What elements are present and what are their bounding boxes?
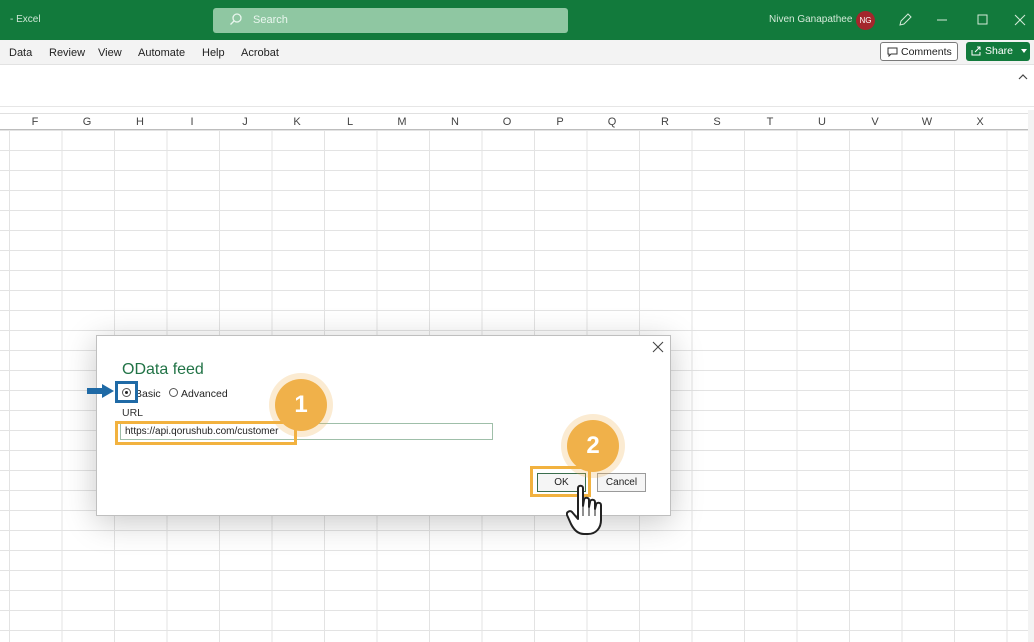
vertical-scrollbar[interactable] <box>1028 110 1034 642</box>
column-label[interactable]: W <box>901 116 953 128</box>
menu-item-help[interactable]: Help <box>202 47 225 59</box>
menu-item-acrobat[interactable]: Acrobat <box>241 47 279 59</box>
menu-item-review[interactable]: Review <box>49 47 85 59</box>
column-label[interactable]: R <box>639 116 691 128</box>
url-label: URL <box>122 407 144 419</box>
url-highlight <box>115 421 297 445</box>
column-label[interactable]: S <box>691 116 743 128</box>
formula-area <box>0 65 1034 107</box>
share-button[interactable]: Share <box>966 42 1030 61</box>
column-label[interactable]: T <box>744 116 796 128</box>
column-label[interactable]: V <box>849 116 901 128</box>
close-icon[interactable] <box>651 340 665 354</box>
search-icon <box>230 13 242 25</box>
collapse-ribbon-icon[interactable] <box>1018 73 1028 81</box>
menu-item-data[interactable]: Data <box>9 47 32 59</box>
column-label[interactable]: Q <box>586 116 638 128</box>
menu-item-view[interactable]: View <box>98 47 122 59</box>
column-label[interactable]: P <box>534 116 586 128</box>
advanced-radio[interactable] <box>169 388 178 397</box>
basic-radio-label[interactable]: Basic <box>135 388 161 400</box>
advanced-radio-label[interactable]: Advanced <box>181 388 228 400</box>
title-bar: - Excel Search Niven Ganapathee NG <box>0 0 1034 40</box>
column-label[interactable]: K <box>271 116 323 128</box>
step-2-badge: 2 <box>567 420 619 472</box>
basic-radio-highlight <box>115 381 138 403</box>
comments-label: Comments <box>901 46 952 58</box>
column-label[interactable]: N <box>429 116 481 128</box>
close-window-icon[interactable] <box>1010 10 1030 30</box>
hand-cursor-icon <box>566 484 602 535</box>
dialog-title: OData feed <box>122 361 204 378</box>
chevron-down-icon[interactable] <box>1021 49 1027 54</box>
column-label[interactable]: H <box>114 116 166 128</box>
column-label[interactable]: J <box>219 116 271 128</box>
share-label: Share <box>985 45 1014 57</box>
column-label[interactable]: M <box>376 116 428 128</box>
column-label[interactable]: X <box>954 116 1006 128</box>
ribbon-menu: Data Review View Automate Help Acrobat C… <box>0 40 1034 65</box>
column-label[interactable]: F <box>9 116 61 128</box>
comments-button[interactable]: Comments <box>880 42 958 61</box>
search-placeholder: Search <box>253 14 288 26</box>
column-label[interactable]: O <box>481 116 533 128</box>
comment-icon <box>887 47 898 57</box>
column-label[interactable]: U <box>796 116 848 128</box>
user-name[interactable]: Niven Ganapathee <box>769 14 852 25</box>
app-name: - Excel <box>10 14 41 25</box>
column-header: F G H I J K L M N O P Q R S T U V W X <box>0 113 1028 130</box>
column-label[interactable]: L <box>324 116 376 128</box>
share-icon <box>971 46 981 56</box>
avatar[interactable]: NG <box>856 11 875 30</box>
column-label[interactable]: I <box>166 116 218 128</box>
step-1-badge: 1 <box>275 379 327 431</box>
arrow-right-icon <box>87 384 114 398</box>
minimize-icon[interactable] <box>932 10 952 30</box>
menu-item-automate[interactable]: Automate <box>138 47 185 59</box>
search-box[interactable]: Search <box>213 8 568 33</box>
pen-icon[interactable] <box>895 10 915 30</box>
column-label[interactable]: G <box>61 116 113 128</box>
maximize-icon[interactable] <box>972 10 992 30</box>
